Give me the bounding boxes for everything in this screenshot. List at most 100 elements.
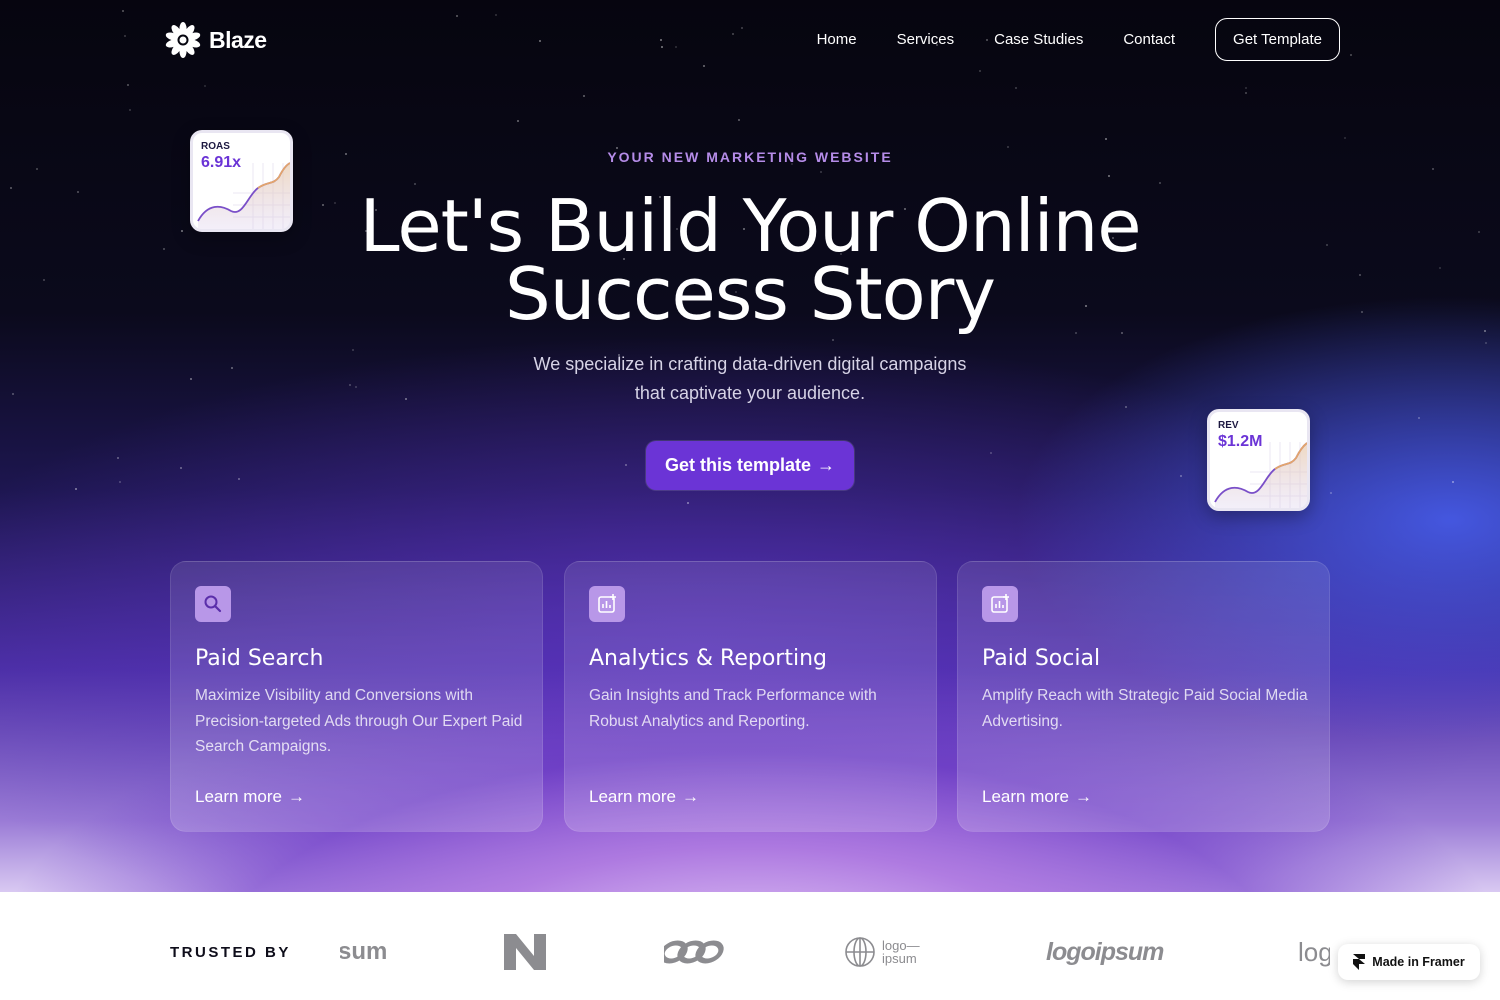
- star-dot: [1452, 481, 1454, 483]
- globe-logo-icon: [845, 937, 875, 967]
- star-dot: [1432, 168, 1434, 170]
- star-dot: [1125, 406, 1127, 408]
- hero-section: Blaze Home Services Case Studies Contact…: [0, 0, 1500, 892]
- partner-logo-n: [504, 922, 546, 982]
- arrow-right-icon: →: [681, 787, 699, 806]
- star-dot: [675, 46, 677, 48]
- star-dot: [352, 349, 354, 351]
- star-dot: [124, 35, 126, 37]
- star-dot: [405, 398, 407, 400]
- partner-logo-logoipsum: logoipsum: [1046, 937, 1164, 966]
- star-dot: [1121, 332, 1123, 334]
- partner-logo-text: logo— ipsum: [882, 938, 920, 966]
- subtitle-line-1: We specialize in crafting data-driven di…: [533, 354, 967, 374]
- star-dot: [127, 84, 129, 86]
- partner-logo: sum: [340, 938, 388, 965]
- star-dot: [820, 171, 822, 173]
- chart-plus-icon: [982, 586, 1018, 622]
- star-dot: [1075, 332, 1077, 334]
- main-nav: Home Services Case Studies Contact Get T…: [817, 18, 1340, 61]
- star-dot: [238, 478, 240, 480]
- star-dot: [190, 378, 192, 380]
- star-dot: [583, 95, 585, 97]
- nav-link-contact[interactable]: Contact: [1123, 31, 1175, 48]
- star-dot: [517, 120, 519, 122]
- service-card-analytics: Analytics & Reporting Gain Insights and …: [564, 561, 937, 832]
- nav-link-services[interactable]: Services: [897, 31, 955, 48]
- star-dot: [1245, 87, 1247, 89]
- star-dot: [456, 15, 458, 17]
- star-dot: [231, 367, 233, 369]
- learn-more-link[interactable]: Learn more →: [195, 787, 305, 807]
- card-title: Paid Social: [982, 646, 1101, 671]
- star-dot: [1350, 54, 1352, 56]
- brand-logo[interactable]: Blaze: [165, 22, 267, 58]
- brand-name: Blaze: [209, 26, 267, 53]
- framer-badge-label: Made in Framer: [1372, 955, 1465, 969]
- learn-more-label: Learn more: [195, 787, 282, 806]
- star-dot: [741, 27, 743, 29]
- star-dot: [495, 14, 497, 16]
- star-dot: [979, 70, 981, 72]
- trusted-by-section: TRUSTED BY sum logo— ipsum logoipsum log: [0, 892, 1500, 1000]
- cta-label: Get this template: [664, 455, 812, 475]
- star-dot: [180, 467, 182, 469]
- hero-subtitle: We specialize in crafting data-driven di…: [500, 350, 1000, 408]
- stat-value: 6.91x: [201, 154, 242, 171]
- flower-burst-icon: [165, 22, 201, 58]
- star-dot: [119, 481, 121, 483]
- star-dot: [75, 488, 77, 490]
- partner-logo-globe: logo— ipsum: [844, 922, 928, 982]
- headline-line-2: Success Story: [505, 252, 996, 336]
- star-dot: [990, 452, 992, 454]
- star-dot: [738, 119, 740, 121]
- stat-value: $1.2M: [1218, 433, 1263, 450]
- star-dot: [1330, 492, 1332, 494]
- subtitle-line-2: that captivate your audience.: [634, 383, 866, 403]
- star-dot: [122, 10, 124, 12]
- star-dot: [687, 502, 689, 504]
- service-card-paid-social: Paid Social Amplify Reach with Strategic…: [957, 561, 1330, 832]
- arrow-right-icon: →: [1074, 787, 1092, 806]
- star-dot: [661, 46, 663, 48]
- star-dot: [1108, 175, 1110, 177]
- nav-link-case-studies[interactable]: Case Studies: [994, 31, 1083, 48]
- star-dot: [1159, 182, 1161, 184]
- trusted-by-label: TRUSTED BY: [170, 944, 291, 961]
- partner-logo-infinity: [664, 922, 726, 982]
- card-description: Gain Insights and Track Performance with…: [589, 687, 877, 730]
- stat-card-revenue: REV $1.2M: [1207, 409, 1310, 511]
- learn-more-link[interactable]: Learn more →: [982, 787, 1092, 807]
- card-title: Paid Search: [195, 646, 324, 671]
- learn-more-label: Learn more: [589, 787, 676, 806]
- chart-plus-icon: [589, 586, 625, 622]
- star-dot: [832, 339, 834, 341]
- star-dot: [1484, 330, 1486, 332]
- star-dot: [204, 85, 206, 87]
- star-dot: [703, 65, 705, 67]
- star-dot: [1015, 87, 1017, 89]
- nav-link-home[interactable]: Home: [817, 31, 857, 48]
- learn-more-link[interactable]: Learn more →: [589, 787, 699, 807]
- star-dot: [1418, 417, 1420, 419]
- get-this-template-button[interactable]: Get this template →: [646, 441, 854, 490]
- made-in-framer-badge[interactable]: Made in Framer: [1338, 944, 1480, 980]
- n-logo-icon: [504, 934, 546, 970]
- star-dot: [117, 457, 119, 459]
- learn-more-label: Learn more: [982, 787, 1069, 806]
- star-dot: [355, 386, 357, 388]
- star-dot: [1180, 475, 1182, 477]
- partner-logo: log: [1298, 936, 1330, 967]
- stat-label: ROAS: [201, 141, 230, 152]
- star-dot: [349, 384, 351, 386]
- star-dot: [129, 109, 131, 111]
- arrow-right-icon: →: [287, 787, 305, 806]
- stat-label: REV: [1218, 420, 1239, 431]
- get-template-button[interactable]: Get Template: [1215, 18, 1340, 61]
- framer-icon: [1353, 954, 1366, 970]
- service-card-paid-search: Paid Search Maximize Visibility and Conv…: [170, 561, 543, 832]
- star-dot: [1344, 137, 1346, 139]
- star-dot: [36, 168, 38, 170]
- star-dot: [732, 33, 734, 35]
- star-dot: [1245, 92, 1247, 94]
